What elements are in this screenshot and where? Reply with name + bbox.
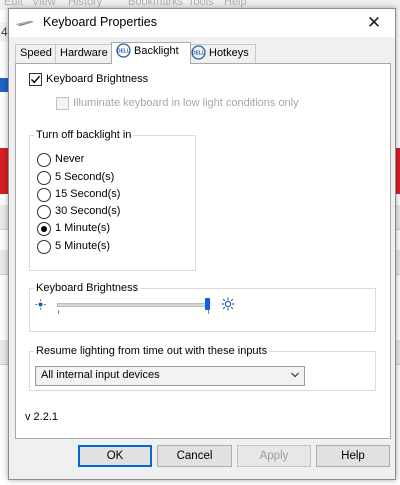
- backlight-panel: Keyboard Brightness Illuminate keyboard …: [15, 63, 391, 439]
- bg-menu-item: Edit: [4, 0, 23, 8]
- radio-label: 1 Minute(s): [55, 222, 111, 234]
- tab-hotkeys[interactable]: DELL Hotkeys: [186, 44, 256, 63]
- radio-label: 5 Minute(s): [55, 240, 111, 252]
- radio-5-minutes[interactable]: [37, 240, 51, 254]
- slider-tick: [58, 310, 59, 314]
- group-title: Resume lighting from time out with these…: [34, 345, 270, 357]
- close-icon: ✕: [366, 13, 382, 32]
- help-button[interactable]: Help: [316, 445, 390, 467]
- radio-5-seconds[interactable]: [37, 171, 51, 185]
- keyboard-brightness-checkbox[interactable]: [29, 73, 42, 86]
- radio-never[interactable]: [37, 153, 51, 167]
- turn-off-backlight-group: Turn off backlight in Never 5 Second(s) …: [29, 129, 196, 271]
- tab-label: Hardware: [60, 47, 108, 59]
- version-label: v 2.2.1: [25, 411, 59, 423]
- bg-menu-item: View: [32, 0, 56, 8]
- bright-sun-icon: [221, 297, 235, 311]
- bg-menu-item: History: [68, 0, 103, 8]
- cancel-button[interactable]: Cancel: [157, 445, 232, 467]
- tab-hardware[interactable]: Hardware: [55, 44, 112, 63]
- apply-button[interactable]: Apply: [237, 445, 311, 467]
- brightness-slider-thumb[interactable]: [205, 298, 210, 310]
- keyboard-brightness-group: Keyboard Brightness: [29, 282, 376, 332]
- radio-30-seconds[interactable]: [37, 205, 51, 219]
- illuminate-low-light-label: Illuminate keyboard in low light conditi…: [73, 97, 299, 109]
- svg-text:DELL: DELL: [117, 48, 130, 54]
- resume-lighting-group: Resume lighting from time out with these…: [29, 345, 376, 391]
- bg-menu-item: Tools: [188, 0, 214, 8]
- slider-tick: [208, 310, 209, 314]
- close-button[interactable]: ✕: [353, 9, 395, 37]
- dell-logo-icon: DELL: [116, 42, 131, 58]
- tab-label: Backlight: [134, 45, 179, 57]
- tab-backlight[interactable]: DELL Backlight: [111, 42, 191, 64]
- svg-text:DELL: DELL: [192, 50, 205, 56]
- resume-inputs-dropdown[interactable]: All internal input devices: [35, 366, 305, 386]
- dialog-title: Keyboard Properties: [43, 15, 157, 29]
- bg-menu-item: Bookmarks: [128, 0, 184, 8]
- radio-1-minute[interactable]: [37, 222, 51, 236]
- tab-label: Hotkeys: [209, 47, 249, 59]
- keyboard-properties-dialog: Keyboard Properties ✕ Speed Hardware DEL…: [8, 8, 396, 480]
- radio-label: 15 Second(s): [55, 188, 121, 200]
- group-title: Keyboard Brightness: [34, 282, 141, 294]
- radio-label: 5 Second(s): [55, 171, 115, 183]
- radio-15-seconds[interactable]: [37, 188, 51, 202]
- background-digit: 4: [1, 25, 8, 39]
- dropdown-selected-value: All internal input devices: [41, 369, 160, 381]
- group-title: Turn off backlight in: [34, 129, 134, 141]
- brightness-slider-track[interactable]: [57, 303, 209, 307]
- checkmark-icon: [31, 75, 41, 84]
- ok-button[interactable]: OK: [78, 445, 152, 467]
- radio-label: 30 Second(s): [55, 205, 121, 217]
- radio-label: Never: [55, 153, 85, 165]
- dell-logo-icon: DELL: [191, 44, 206, 60]
- tab-label: Speed: [20, 47, 52, 59]
- title-bar: Keyboard Properties ✕: [9, 9, 395, 37]
- illuminate-low-light-checkbox[interactable]: [56, 97, 69, 110]
- keyboard-brightness-label: Keyboard Brightness: [46, 73, 149, 85]
- dim-sun-icon: [35, 299, 46, 310]
- background-blue-tab: [0, 78, 8, 92]
- keyboard-app-icon: [16, 21, 34, 26]
- chevron-down-icon: [291, 372, 299, 378]
- tab-speed[interactable]: Speed: [15, 44, 56, 63]
- bg-menu-item: Help: [224, 0, 247, 8]
